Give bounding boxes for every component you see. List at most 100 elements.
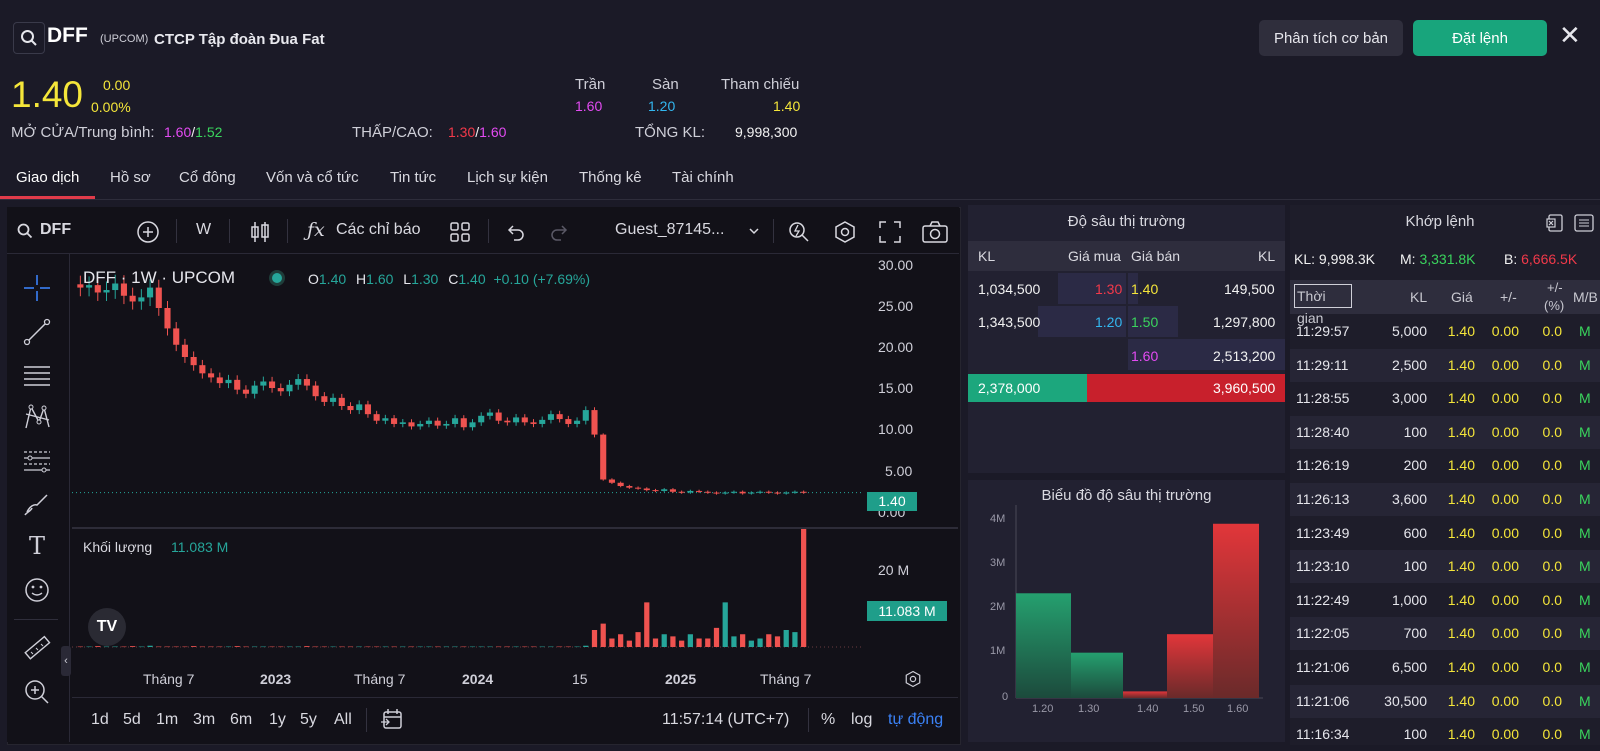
horizontal-lines-icon[interactable]	[22, 360, 52, 390]
order-time: 11:26:19	[1296, 457, 1350, 474]
place-order-button[interactable]: Đặt lệnh	[1413, 20, 1547, 56]
average-value: 1.52	[195, 124, 223, 140]
fullscreen-icon[interactable]	[879, 221, 901, 246]
list-view-icon[interactable]	[1574, 214, 1594, 235]
candle-body	[582, 410, 589, 421]
candle-body	[521, 417, 528, 423]
candle-body	[765, 491, 772, 493]
header-time[interactable]: Thời gian	[1294, 284, 1352, 326]
auto-scale-toggle[interactable]: tự động	[888, 711, 943, 729]
tabs-divider	[0, 199, 1600, 200]
symbol-search-icon[interactable]	[17, 223, 33, 242]
tab-thong-ke[interactable]: Thống kê	[579, 169, 642, 186]
price-axis-label: 30.00	[878, 257, 914, 273]
ruler-icon[interactable]	[22, 633, 52, 663]
candle	[800, 490, 807, 494]
indicators-button[interactable]: Các chỉ báo	[336, 221, 421, 239]
fib-retracement-icon[interactable]	[22, 446, 52, 476]
matched-order-row: 11:22:49 1,000 1.40 0.00 0.0 M	[1290, 584, 1600, 617]
crosshair-icon[interactable]	[22, 273, 52, 303]
ohlc-legend: O1.40 H1.60 L1.30 C1.40 +0.10 (+7.69%)	[308, 271, 590, 287]
open-label: O	[308, 271, 319, 287]
order-side: M	[1579, 423, 1591, 440]
depth-ask-bar	[1123, 691, 1167, 698]
range-1d[interactable]: 1d	[91, 711, 109, 729]
ask-price[interactable]: 1.40	[1131, 281, 1158, 297]
bid-price[interactable]: 1.30	[1095, 281, 1122, 297]
axis-settings-icon[interactable]	[904, 670, 922, 691]
candle	[216, 372, 223, 388]
candle-body	[269, 381, 276, 389]
candle-body	[513, 417, 520, 423]
candlestick-series	[77, 274, 807, 495]
brush-icon[interactable]	[22, 488, 52, 518]
ceiling-label: Trần	[575, 76, 606, 93]
text-tool-icon[interactable]: T	[22, 531, 52, 561]
undo-icon[interactable]	[505, 222, 525, 245]
candle	[635, 486, 642, 490]
emoji-icon[interactable]	[22, 575, 52, 605]
time-axis-label: 2023	[260, 671, 292, 687]
percent-scale-toggle[interactable]: %	[821, 711, 835, 729]
order-volume: 100	[1403, 423, 1427, 440]
low-high-value: 1.30/1.60	[448, 124, 506, 140]
candle-type-icon[interactable]	[249, 220, 271, 247]
candle	[608, 478, 615, 484]
market-depth-header	[968, 241, 1285, 271]
collapse-toolbar-handle[interactable]: ‹	[61, 646, 71, 676]
settings-icon[interactable]	[833, 220, 857, 247]
candle	[460, 415, 467, 431]
candle-body	[173, 328, 180, 345]
export-excel-icon[interactable]	[1546, 214, 1564, 235]
quick-search-icon[interactable]	[787, 220, 811, 247]
range-3m[interactable]: 3m	[193, 711, 215, 729]
add-symbol-icon[interactable]	[136, 220, 160, 247]
redo-icon[interactable]	[550, 222, 570, 245]
order-side: M	[1579, 356, 1591, 373]
log-scale-toggle[interactable]: log	[851, 711, 872, 729]
tab-tin-tuc[interactable]: Tin tức	[390, 169, 436, 186]
tab-ho-so[interactable]: Hồ sơ	[110, 169, 151, 186]
candle-body	[495, 412, 502, 421]
tab-giao-dich[interactable]: Giao dịch	[16, 169, 79, 186]
zoom-in-icon[interactable]	[22, 677, 52, 707]
interval-selector[interactable]: W	[196, 221, 211, 239]
tab-von-co-tuc[interactable]: Vốn và cổ tức	[266, 169, 359, 186]
range-6m[interactable]: 6m	[230, 711, 252, 729]
clock-time[interactable]: 11:57:14 (UTC+7)	[662, 711, 789, 729]
pattern-icon[interactable]	[22, 402, 52, 432]
separator	[287, 219, 288, 243]
volume-bar	[478, 646, 484, 648]
calendar-icon[interactable]	[380, 707, 404, 734]
candle	[164, 300, 171, 336]
fundamental-analysis-button[interactable]: Phân tích cơ bản	[1259, 20, 1403, 56]
account-selector[interactable]: Guest_87145...	[615, 221, 724, 239]
volume-bar	[435, 646, 441, 648]
candle	[356, 400, 363, 415]
candle	[286, 379, 293, 397]
range-1m[interactable]: 1m	[156, 711, 178, 729]
close-icon[interactable]: ✕	[1559, 20, 1581, 51]
tab-lich-su-kien[interactable]: Lịch sự kiện	[467, 169, 548, 186]
search-button[interactable]	[13, 22, 45, 54]
indicators-icon[interactable]: ƒx	[307, 219, 325, 241]
range-5d[interactable]: 5d	[123, 711, 141, 729]
tab-tai-chinh[interactable]: Tài chính	[672, 169, 734, 186]
symbol-input[interactable]: DFF	[40, 221, 71, 239]
range-1y[interactable]: 1y	[269, 711, 286, 729]
range-5y[interactable]: 5y	[300, 711, 317, 729]
trend-line-icon[interactable]	[22, 317, 52, 347]
templates-icon[interactable]	[450, 222, 470, 245]
ask-price[interactable]: 1.60	[1131, 348, 1158, 364]
candle	[652, 488, 659, 493]
bid-price[interactable]: 1.20	[1095, 314, 1122, 330]
time-axis-label: Tháng 7	[354, 671, 406, 687]
tradingview-logo-icon[interactable]: TV	[88, 608, 126, 646]
volume-bar	[347, 646, 354, 648]
chevron-down-icon[interactable]	[748, 224, 760, 240]
ask-price[interactable]: 1.50	[1131, 314, 1158, 330]
price-chart[interactable]	[72, 255, 958, 697]
camera-icon[interactable]	[922, 221, 948, 246]
tab-co-dong[interactable]: Cổ đông	[179, 169, 236, 186]
range-all[interactable]: All	[334, 711, 352, 729]
